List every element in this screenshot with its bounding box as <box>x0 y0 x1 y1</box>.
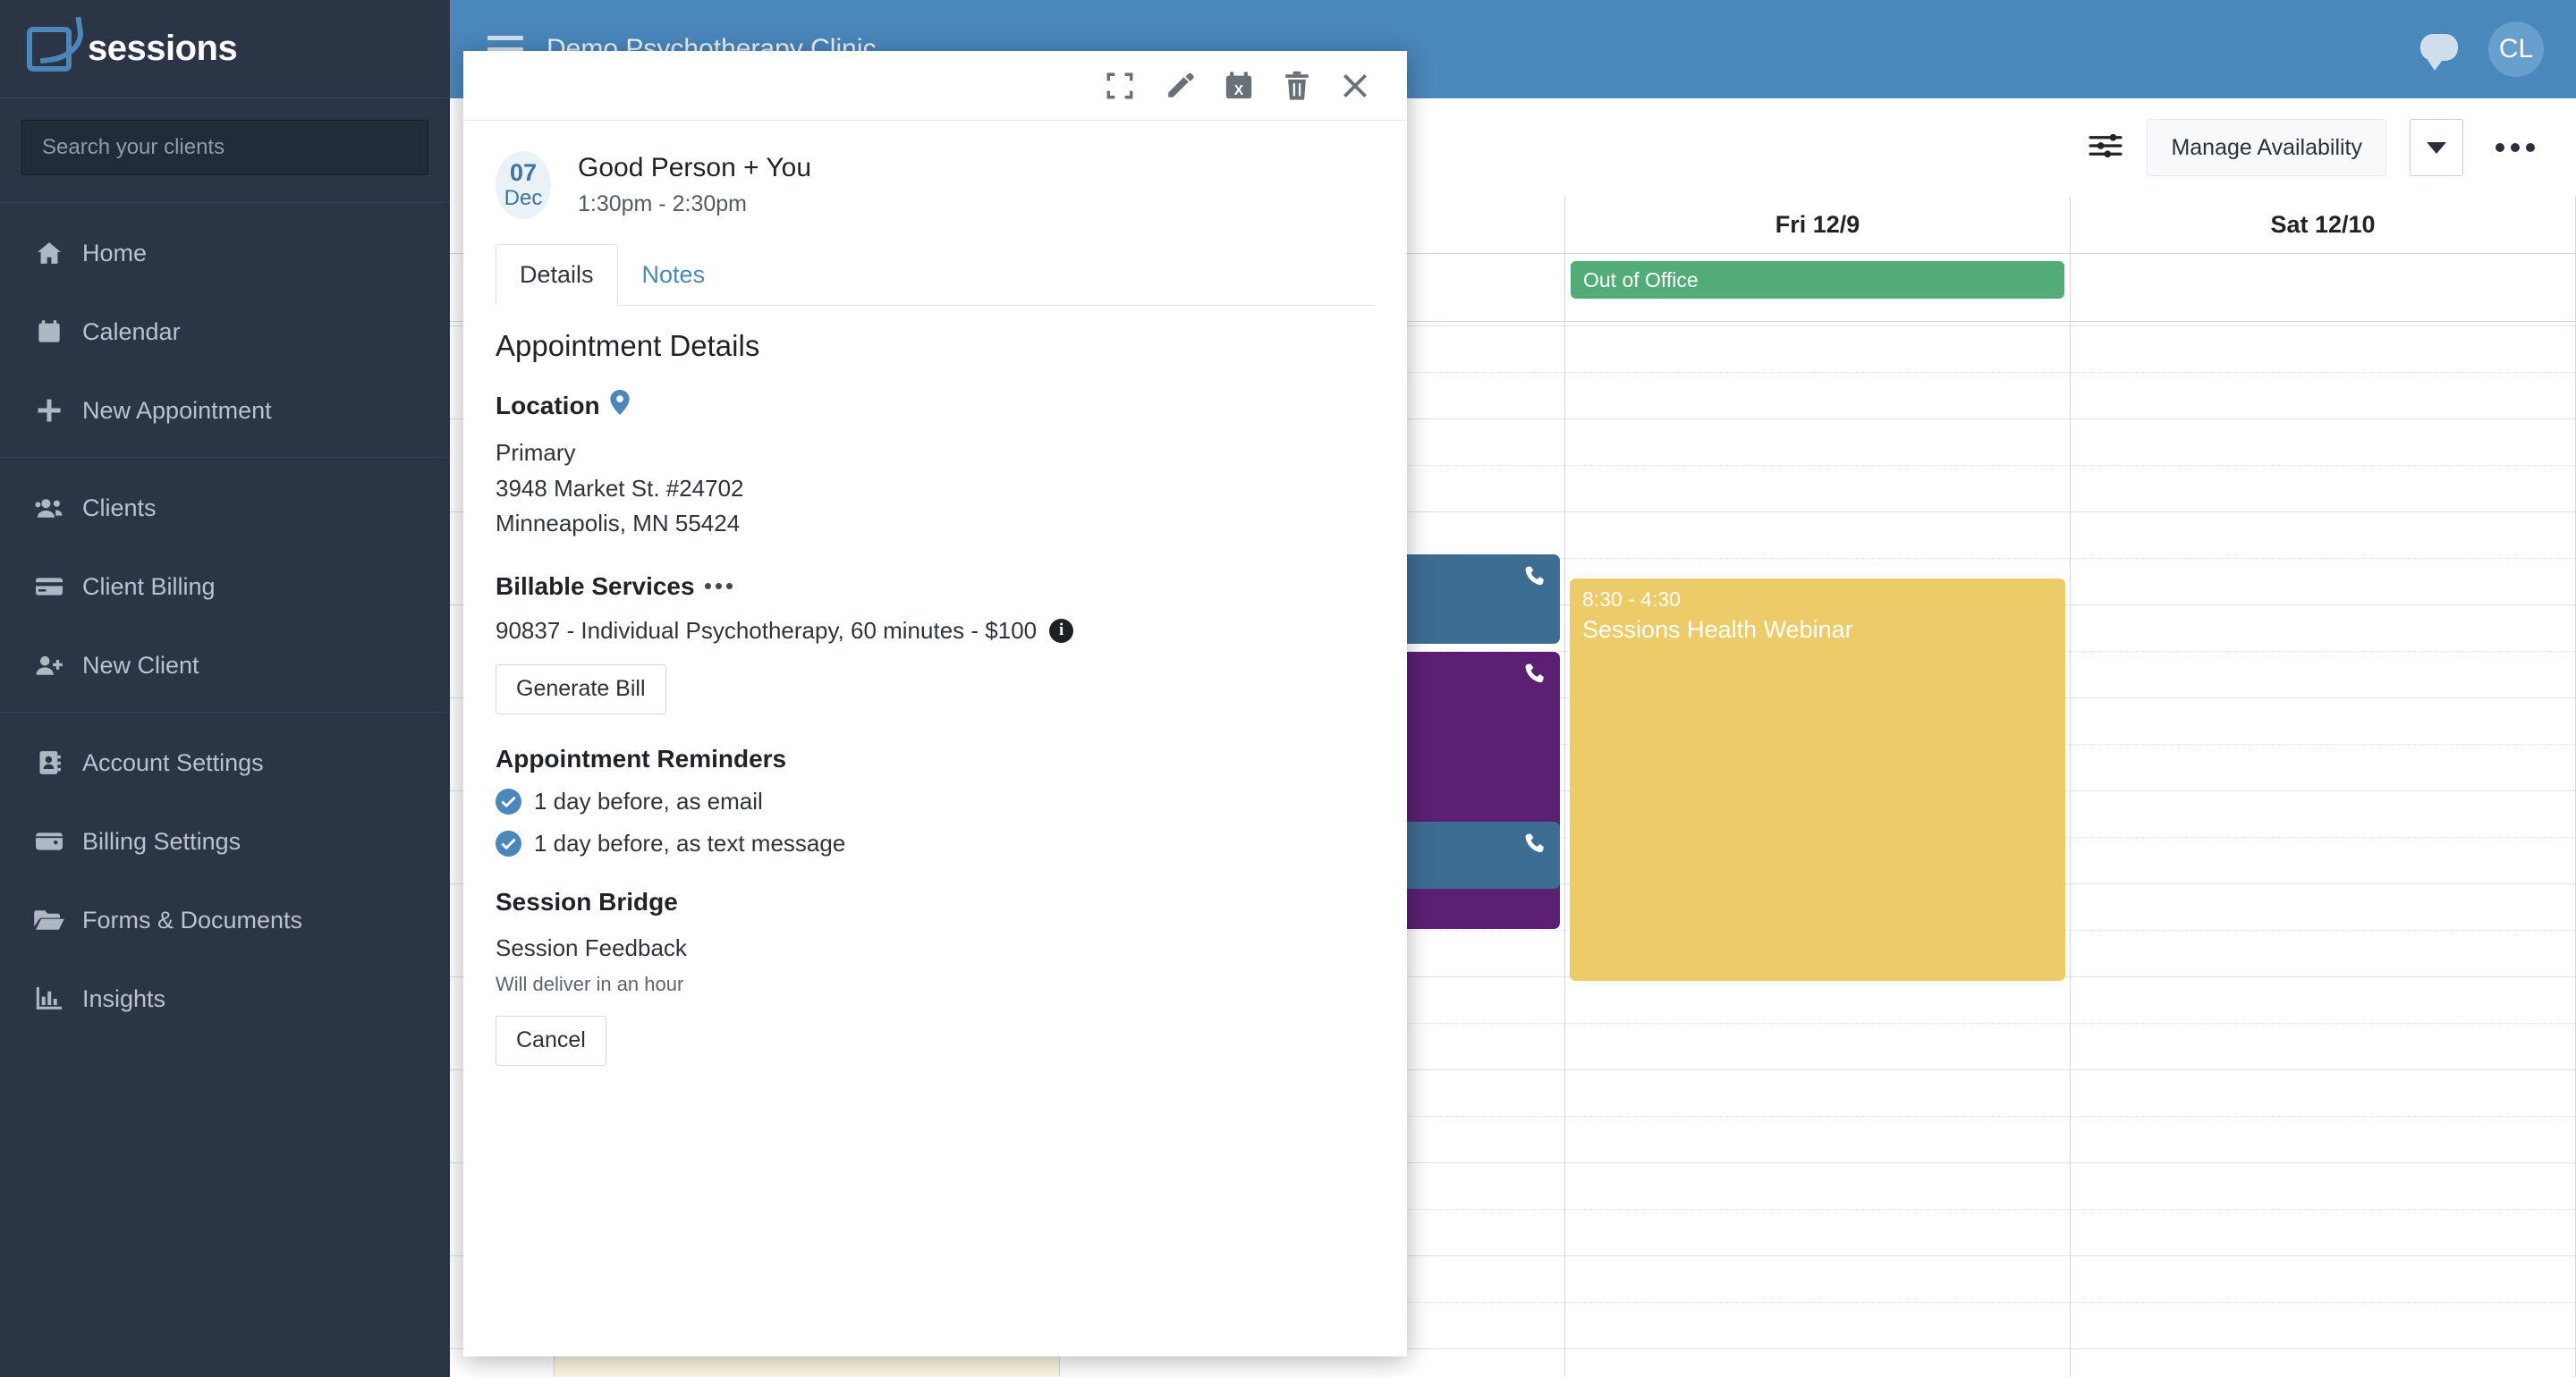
billable-services-menu-icon[interactable] <box>704 583 733 590</box>
tab-notes[interactable]: Notes <box>618 244 730 306</box>
expand-icon[interactable] <box>1105 71 1135 101</box>
modal-body: Appointment Details Location Primary 394… <box>463 306 1407 1356</box>
close-icon[interactable] <box>1341 72 1369 100</box>
session-feedback-hint: Will deliver in an hour <box>496 972 684 995</box>
billable-services-label: Billable Services <box>496 571 695 600</box>
session-bridge-heading: Session Bridge <box>496 887 678 916</box>
appointment-reminders-block: Appointment Reminders 1 day before, as e… <box>496 745 1375 857</box>
section-title: Appointment Details <box>496 329 760 362</box>
info-icon[interactable]: i <box>1049 618 1074 643</box>
date-month: Dec <box>504 185 543 210</box>
reminder-item-text: 1 day before, as text message <box>496 830 1375 857</box>
tab-details[interactable]: Details <box>496 244 618 306</box>
appointment-time-range: 1:30pm - 2:30pm <box>578 191 747 216</box>
location-city-state-zip: Minneapolis, MN 55424 <box>496 510 741 537</box>
check-icon <box>496 788 521 815</box>
reminder-label: 1 day before, as text message <box>534 829 846 857</box>
calendar-cancel-icon[interactable]: X <box>1224 71 1253 101</box>
reminder-label: 1 day before, as email <box>534 787 763 815</box>
reminder-item-email: 1 day before, as email <box>496 788 1375 815</box>
generate-bill-button[interactable]: Generate Bill <box>496 663 666 714</box>
date-day: 07 <box>509 158 538 186</box>
location-block: Location Primary 3948 Market St. #24702 … <box>496 390 1375 542</box>
billable-service-row: 90837 - Individual Psychotherapy, 60 min… <box>496 617 1375 645</box>
modal-overlay: X 07 Dec Good Person + You 1:30pm - 2:30… <box>0 0 2576 1377</box>
modal-tabs: Details Notes <box>496 244 1375 306</box>
cancel-button[interactable]: Cancel <box>496 1015 606 1066</box>
appointment-title: Good Person + You <box>578 153 812 182</box>
check-icon <box>496 830 521 857</box>
svg-text:X: X <box>1234 82 1244 97</box>
modal-action-bar: X <box>463 51 1407 121</box>
pencil-icon[interactable] <box>1165 71 1195 101</box>
appointment-heading: Good Person + You 1:30pm - 2:30pm <box>578 153 811 217</box>
appointment-date-badge: 07 Dec <box>496 151 551 219</box>
location-heading-label: Location <box>496 391 600 419</box>
modal-header: 07 Dec Good Person + You 1:30pm - 2:30pm <box>463 121 1407 239</box>
billable-services-block: Billable Services 90837 - Individual Psy… <box>496 572 1375 714</box>
map-pin-icon <box>610 390 630 421</box>
billable-services-heading: Billable Services <box>496 572 1375 601</box>
location-heading: Location <box>496 390 1375 421</box>
session-bridge-block: Session Bridge Session Feedback Will del… <box>496 888 1375 1066</box>
location-street: 3948 Market St. #24702 <box>496 474 744 502</box>
session-feedback-label: Session Feedback <box>496 933 687 961</box>
trash-icon[interactable] <box>1283 71 1311 101</box>
appointment-details-modal: X 07 Dec Good Person + You 1:30pm - 2:30… <box>463 51 1407 1356</box>
location-name: Primary <box>496 439 576 466</box>
reminders-heading: Appointment Reminders <box>496 744 787 773</box>
billable-service-text: 90837 - Individual Psychotherapy, 60 min… <box>496 616 1038 644</box>
